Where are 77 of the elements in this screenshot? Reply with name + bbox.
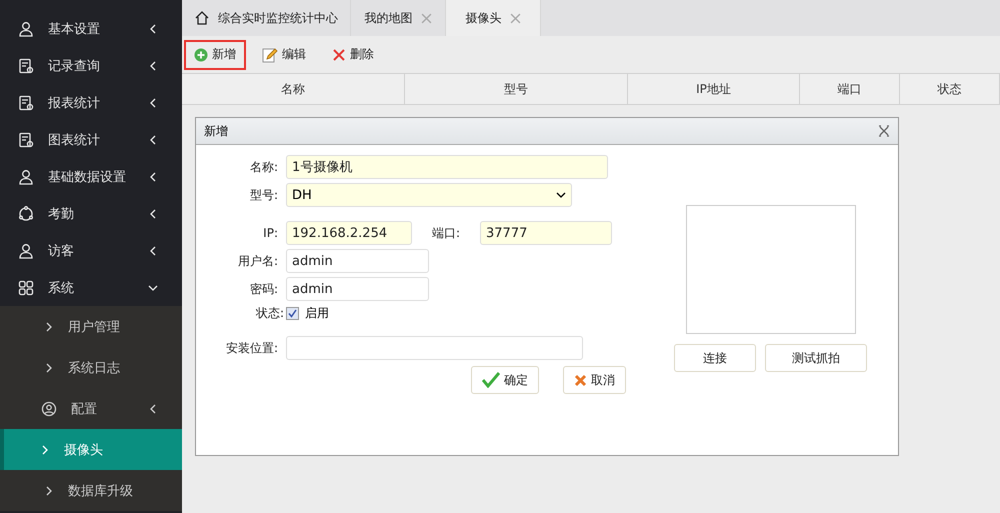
delete-icon	[332, 48, 346, 62]
field-label: 安装位置:	[224, 340, 279, 356]
chevron-left-icon	[148, 98, 158, 108]
column-header[interactable]: 状态	[900, 74, 1000, 104]
chevron-left-icon	[148, 208, 158, 218]
chevron-right-icon	[40, 444, 50, 454]
chevron-down-icon	[556, 190, 566, 200]
chevron-left-icon	[148, 60, 158, 70]
home-icon	[194, 10, 210, 26]
add-icon	[194, 48, 208, 62]
password-field[interactable]: admin	[286, 277, 429, 301]
dialog-title: 新增	[204, 122, 228, 140]
field-label: 密码:	[248, 280, 279, 298]
field-label: 状态:	[254, 305, 285, 322]
field-label: 型号:	[248, 186, 279, 204]
chevron-left-icon	[148, 172, 158, 182]
submenu-item[interactable]: 摄像头	[0, 429, 182, 470]
close-icon	[878, 125, 890, 137]
pencil-icon	[262, 46, 278, 62]
snapshot-button[interactable]: 测试抓拍	[765, 344, 867, 372]
field-label: 端口:	[430, 224, 462, 242]
sidebar-item[interactable]: 考勤	[0, 195, 182, 232]
chevron-right-icon	[44, 322, 54, 332]
checkbox[interactable]	[286, 307, 299, 320]
document-icon	[18, 132, 34, 148]
user-icon	[18, 20, 34, 36]
submenu-item[interactable]: 配置	[4, 388, 182, 429]
close-icon	[510, 12, 520, 24]
model-select[interactable]: DH	[286, 183, 572, 207]
chevron-left-icon	[148, 134, 158, 144]
sidebar-item[interactable]: 报表统计	[0, 84, 182, 121]
user-circle-icon	[41, 400, 57, 416]
port-field[interactable]: 37777	[480, 221, 612, 245]
toolbar-button[interactable]: 编辑	[252, 40, 316, 70]
sidebar-item[interactable]: 图表统计	[0, 121, 182, 158]
name-field[interactable]: 1号摄像机	[286, 155, 608, 179]
toolbar-button[interactable]: 删除	[322, 40, 384, 70]
confirm-button[interactable]: 确定	[471, 366, 539, 394]
check-icon	[482, 372, 500, 388]
chevron-right-icon	[44, 486, 54, 496]
field-label: 名称:	[248, 158, 279, 176]
user-icon	[18, 242, 34, 258]
submenu-item[interactable]: 数据库升级	[4, 470, 182, 511]
tab[interactable]: 综合实时监控统计中心	[182, 0, 351, 36]
column-header[interactable]: 型号	[405, 74, 628, 104]
sidebar-item[interactable]: 基础数据设置	[0, 158, 182, 195]
chevron-down-icon	[148, 282, 158, 292]
location-field[interactable]	[286, 336, 583, 360]
column-header[interactable]: 名称	[182, 74, 405, 104]
field-label: 用户名:	[236, 252, 279, 270]
document-icon	[18, 58, 34, 74]
cross-icon	[574, 374, 587, 386]
close-icon	[420, 12, 432, 24]
chevron-right-icon	[44, 362, 54, 372]
column-header[interactable]: IP地址	[628, 74, 800, 104]
submenu-item[interactable]: 系统日志	[4, 347, 182, 388]
username-field[interactable]: admin	[286, 249, 429, 273]
cycle-icon	[18, 206, 34, 222]
user-icon	[18, 168, 34, 184]
sidebar-item[interactable]: 记录查询	[0, 47, 182, 84]
tab[interactable]: 摄像头	[446, 0, 541, 36]
cancel-button[interactable]: 取消	[563, 366, 626, 394]
field-label: IP:	[262, 226, 279, 240]
toolbar-button[interactable]: 新增	[184, 40, 246, 70]
submenu-item[interactable]: 用户管理	[4, 306, 182, 347]
document-icon	[18, 94, 34, 110]
chevron-left-icon	[148, 404, 158, 414]
checkbox-label: 启用	[305, 305, 329, 322]
sidebar-item[interactable]: 系统	[0, 269, 182, 306]
sidebar-item[interactable]: 访客	[0, 232, 182, 269]
chevron-left-icon	[148, 246, 158, 256]
sidebar-item[interactable]: 基本设置	[0, 10, 182, 47]
ip-field[interactable]: 192.168.2.254	[286, 221, 412, 245]
grid-icon	[18, 280, 34, 296]
column-header[interactable]: 端口	[800, 74, 900, 104]
connect-button[interactable]: 连接	[674, 344, 756, 372]
chevron-left-icon	[148, 24, 158, 34]
